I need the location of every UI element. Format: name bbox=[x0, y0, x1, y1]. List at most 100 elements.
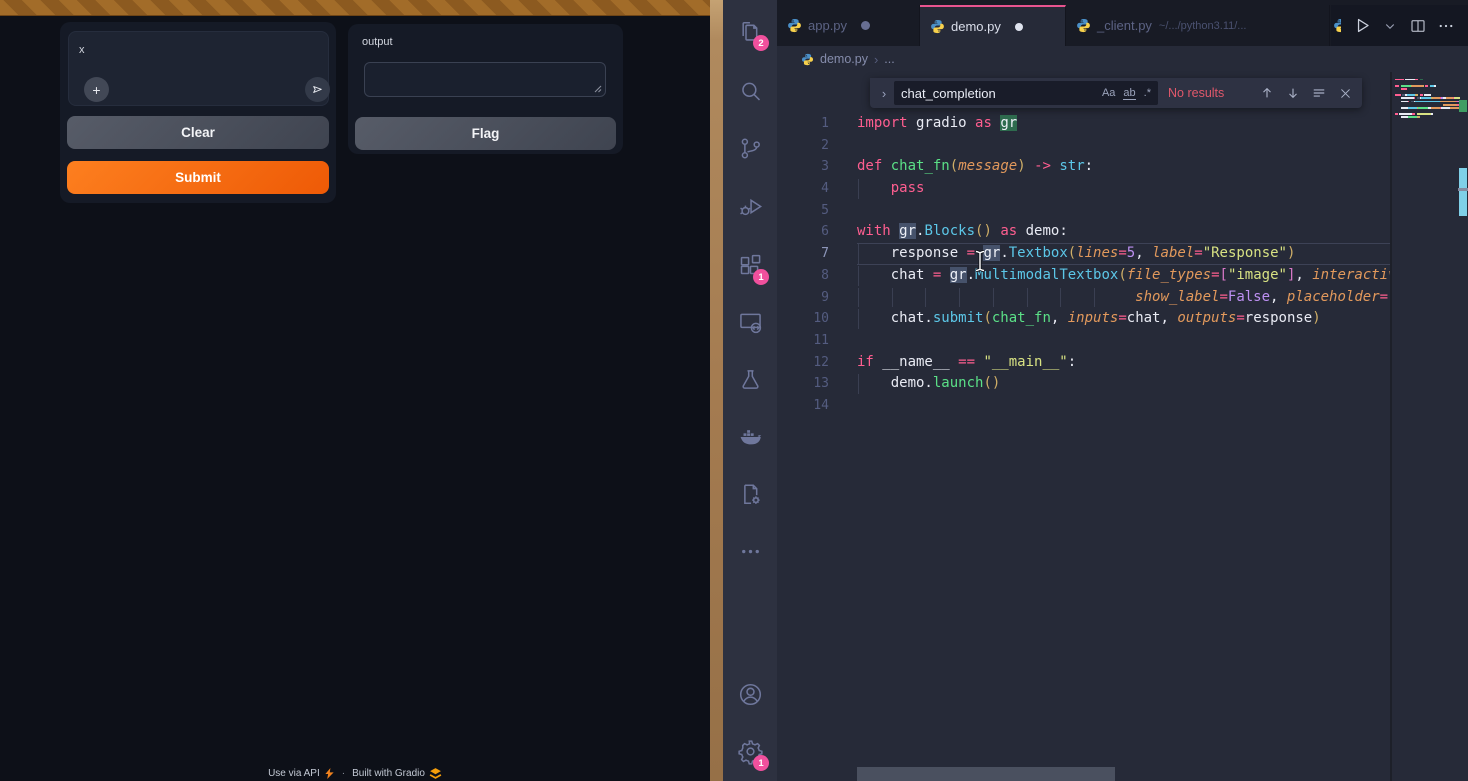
activity-settings-icon[interactable]: 1 bbox=[723, 724, 777, 778]
use-via-api-link[interactable]: Use via API bbox=[268, 768, 335, 779]
code-line-13[interactable]: demo.launch() bbox=[857, 373, 1390, 395]
run-debug-icon bbox=[737, 193, 764, 220]
remote-explorer-icon bbox=[737, 309, 764, 336]
tab-client-py[interactable]: _client.py ~/.../python3.11/... bbox=[1066, 5, 1330, 46]
send-button[interactable] bbox=[305, 77, 330, 102]
code-line-3[interactable]: def chat_fn(message) -> str: bbox=[857, 156, 1390, 178]
breadcrumb-more[interactable]: ... bbox=[884, 52, 894, 66]
gradio-input-group: x + Clear Submit bbox=[60, 22, 336, 203]
activity-source-control-icon[interactable] bbox=[723, 121, 777, 175]
gradio-output-group: output Flag bbox=[348, 24, 623, 154]
tab-label: app.py bbox=[808, 18, 847, 33]
code-line-4[interactable]: pass bbox=[857, 178, 1390, 200]
horizontal-scrollbar[interactable] bbox=[857, 767, 1115, 781]
activity-badge: 2 bbox=[753, 35, 769, 51]
python-file-icon bbox=[930, 19, 945, 34]
line-numbers-gutter: 1234567891011121314 bbox=[777, 113, 829, 417]
breadcrumb-file[interactable]: demo.py bbox=[820, 52, 868, 66]
tab-label: demo.py bbox=[951, 19, 1001, 34]
code-line-7[interactable]: response = gr.Textbox(lines=5, label="Re… bbox=[857, 243, 1390, 265]
overview-ruler bbox=[1458, 0, 1468, 781]
code-line-1[interactable]: import gradio as gr bbox=[857, 113, 1390, 135]
activity-explorer-icon[interactable]: 2 bbox=[723, 4, 777, 58]
find-next-button[interactable] bbox=[1280, 81, 1306, 105]
breadcrumb-chevron-icon: › bbox=[874, 52, 878, 67]
code-editor-content[interactable]: import gradio as gr def chat_fn(message) … bbox=[857, 113, 1390, 673]
activity-more-icon[interactable] bbox=[723, 524, 777, 578]
split-editor-button[interactable] bbox=[1406, 14, 1430, 38]
resize-grip-icon[interactable] bbox=[592, 83, 602, 93]
activity-testing-icon[interactable] bbox=[723, 352, 777, 406]
code-line-8[interactable]: chat = gr.MultimodalTextbox(file_types=[… bbox=[857, 265, 1390, 287]
code-line-12[interactable]: if __name__ == "__main__": bbox=[857, 352, 1390, 374]
match-case-icon[interactable]: Aa bbox=[1102, 87, 1115, 99]
tab-app-py[interactable]: app.py bbox=[777, 5, 920, 46]
multimodal-input-box[interactable]: x + bbox=[68, 31, 329, 106]
editor-main: app.py demo.py _client.py ~/.../python3.… bbox=[777, 0, 1468, 781]
tab-file-path: ~/.../python3.11/... bbox=[1159, 20, 1247, 32]
activity-run-debug-icon[interactable] bbox=[723, 179, 777, 233]
python-file-icon bbox=[801, 53, 814, 66]
find-input[interactable]: chat_completion Aa ab .* bbox=[894, 81, 1158, 105]
activity-bar: 2 1 1 bbox=[723, 0, 777, 781]
plus-icon: + bbox=[92, 82, 100, 98]
code-line-10[interactable]: chat.submit(chat_fn, inputs=chat, output… bbox=[857, 308, 1390, 330]
find-widget: › chat_completion Aa ab .* No results bbox=[870, 78, 1362, 108]
code-line-2[interactable] bbox=[857, 135, 1390, 157]
more-actions-button[interactable] bbox=[1434, 14, 1458, 38]
gradio-loading-bar bbox=[0, 0, 710, 16]
testing-icon bbox=[737, 366, 764, 393]
api-bolt-icon bbox=[324, 768, 335, 779]
flag-button[interactable]: Flag bbox=[355, 117, 616, 150]
python-file-icon bbox=[1076, 18, 1091, 33]
editor-actions bbox=[1331, 5, 1468, 46]
output-label: output bbox=[362, 36, 393, 48]
search-icon bbox=[737, 78, 764, 105]
modified-dot-icon[interactable] bbox=[861, 21, 870, 30]
modified-dot-icon[interactable] bbox=[1015, 23, 1023, 31]
docker-icon bbox=[737, 424, 764, 451]
submit-button[interactable]: Submit bbox=[67, 161, 329, 194]
more-icon bbox=[737, 538, 764, 565]
python-file-icon bbox=[787, 18, 802, 33]
find-in-selection-button[interactable] bbox=[1306, 81, 1332, 105]
source-control-icon bbox=[737, 135, 764, 162]
code-line-11[interactable] bbox=[857, 330, 1390, 352]
breadcrumb: demo.py › ... bbox=[777, 46, 1468, 72]
tab-demo-py[interactable]: demo.py bbox=[920, 5, 1066, 46]
find-results-label: No results bbox=[1168, 86, 1224, 100]
activity-extensions-icon[interactable]: 1 bbox=[723, 238, 777, 292]
activity-badge: 1 bbox=[753, 755, 769, 771]
code-line-9[interactable]: show_label=False, placeholder= bbox=[857, 287, 1390, 309]
code-line-14[interactable] bbox=[857, 395, 1390, 417]
minimap[interactable] bbox=[1390, 72, 1460, 781]
find-expand-chevron-icon[interactable]: › bbox=[874, 86, 894, 101]
activity-account-icon[interactable] bbox=[723, 667, 777, 721]
minimap-code bbox=[1395, 78, 1460, 122]
runner-settings-icon bbox=[737, 481, 764, 508]
clipped-python-icon bbox=[1333, 18, 1341, 33]
input-label: x bbox=[79, 44, 85, 56]
built-with-gradio-link[interactable]: Built with Gradio bbox=[352, 767, 442, 779]
run-dropdown-chevron-icon[interactable] bbox=[1378, 14, 1402, 38]
paper-plane-icon bbox=[311, 82, 324, 97]
activity-remote-explorer-icon[interactable] bbox=[723, 295, 777, 349]
activity-docker-icon[interactable] bbox=[723, 410, 777, 464]
activity-runner-settings-icon[interactable] bbox=[723, 467, 777, 521]
code-line-5[interactable] bbox=[857, 200, 1390, 222]
code-line-6[interactable]: with gr.Blocks() as demo: bbox=[857, 221, 1390, 243]
attach-file-button[interactable]: + bbox=[84, 77, 109, 102]
run-python-file-button[interactable] bbox=[1350, 14, 1374, 38]
gradio-app-pane: x + Clear Submit output Flag bbox=[0, 0, 710, 781]
screen: x + Clear Submit output Flag bbox=[0, 0, 1468, 781]
whole-word-icon[interactable]: ab bbox=[1123, 87, 1135, 100]
find-previous-button[interactable] bbox=[1254, 81, 1280, 105]
regex-icon[interactable]: .* bbox=[1144, 87, 1151, 99]
account-icon bbox=[737, 681, 764, 708]
output-textarea[interactable] bbox=[364, 62, 606, 97]
close-find-button[interactable] bbox=[1332, 81, 1358, 105]
gradio-footer: Use via API · Built with Gradio bbox=[0, 766, 710, 780]
clear-button[interactable]: Clear bbox=[67, 116, 329, 149]
activity-search-icon[interactable] bbox=[723, 64, 777, 118]
find-query-text: chat_completion bbox=[901, 86, 996, 101]
